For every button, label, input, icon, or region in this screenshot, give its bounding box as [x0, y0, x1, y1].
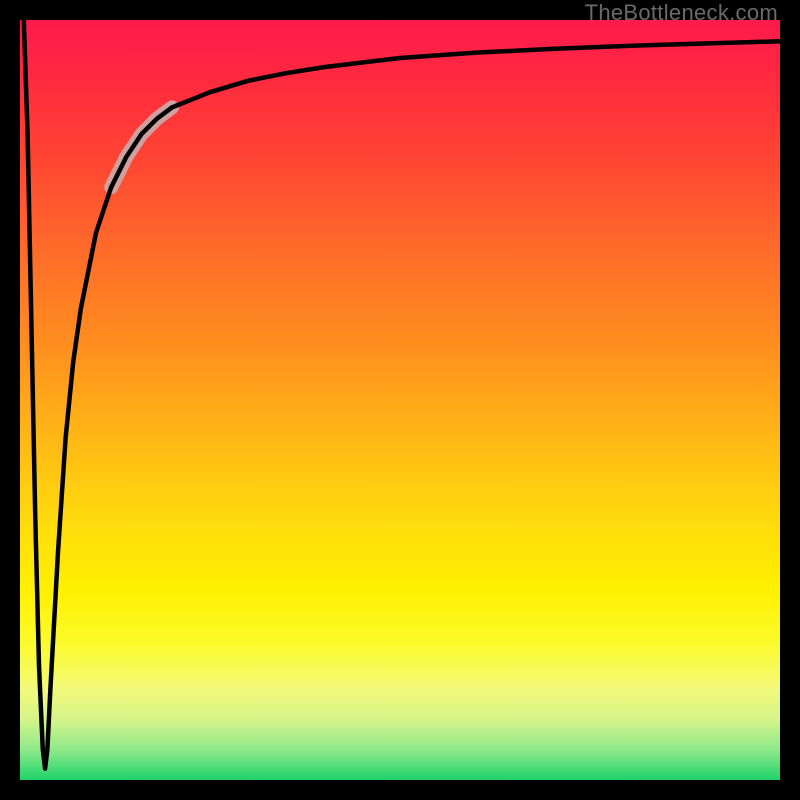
highlight-segment: [111, 107, 172, 187]
watermark-text: TheBottleneck.com: [585, 0, 778, 26]
curve-layer: [20, 20, 780, 780]
chart-frame: TheBottleneck.com: [0, 0, 800, 800]
